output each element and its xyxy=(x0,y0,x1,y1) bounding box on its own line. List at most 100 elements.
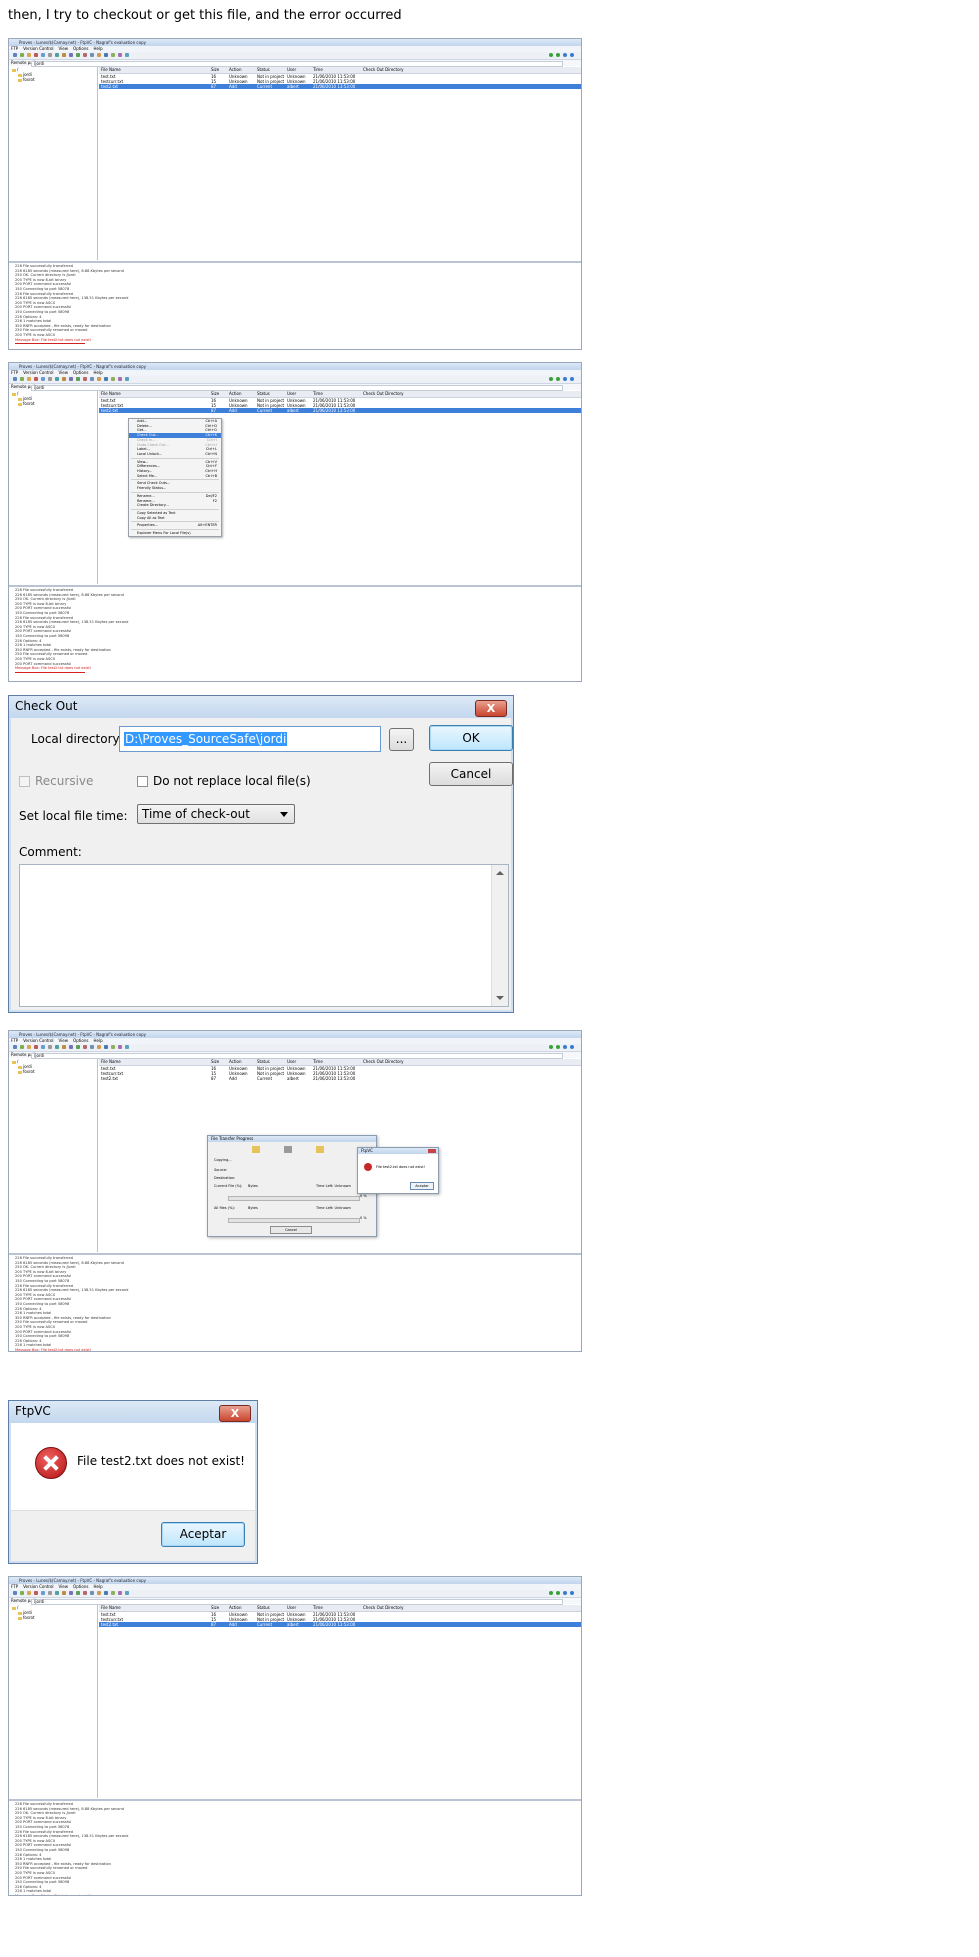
tree-item[interactable]: fosrot xyxy=(9,401,97,406)
menu-item[interactable]: View xyxy=(59,1584,69,1589)
menu-item[interactable]: Help xyxy=(93,1584,102,1589)
toolbar-button-icon[interactable] xyxy=(83,1591,87,1595)
column-header[interactable]: Size xyxy=(211,1605,227,1611)
toolbar-button-icon[interactable] xyxy=(69,377,73,381)
toolbar-button-icon[interactable] xyxy=(97,377,101,381)
table-row[interactable]: test2.txt 87 Add Current albert 21/06/2010 13… xyxy=(99,1076,581,1081)
toolbar-button-icon[interactable] xyxy=(97,1045,101,1049)
refresh-icon[interactable] xyxy=(570,1045,574,1049)
toolbar-button-icon[interactable] xyxy=(27,1591,31,1595)
toolbar-button-icon[interactable] xyxy=(41,1591,45,1595)
column-header[interactable]: File Name xyxy=(101,67,201,73)
scroll-down-icon[interactable] xyxy=(496,996,504,1000)
toolbar-button-icon[interactable] xyxy=(62,377,66,381)
refresh-icon[interactable] xyxy=(563,377,567,381)
toolbar-button-icon[interactable] xyxy=(125,1045,129,1049)
context-menu-item[interactable]: Local Unlock... Ctrl+N xyxy=(129,452,221,457)
toolbar-button-icon[interactable] xyxy=(83,53,87,57)
toolbar-button-icon[interactable] xyxy=(27,377,31,381)
column-header[interactable]: Status xyxy=(257,67,285,73)
toolbar-button-icon[interactable] xyxy=(83,1045,87,1049)
toolbar-button-icon[interactable] xyxy=(27,53,31,57)
toolbar-button-icon[interactable] xyxy=(34,377,38,381)
table-row[interactable]: test2.txt 87 Add Current albert 21/06/2010 13… xyxy=(99,84,581,89)
menu-item[interactable]: Options xyxy=(73,370,88,375)
context-menu-item[interactable]: Select Me... Ctrl+B xyxy=(129,474,221,479)
toolbar-button-icon[interactable] xyxy=(76,1045,80,1049)
toolbar-button-icon[interactable] xyxy=(13,53,17,57)
column-header[interactable]: Action xyxy=(229,391,255,397)
scroll-up-icon[interactable] xyxy=(496,871,504,875)
toolbar-button-icon[interactable] xyxy=(90,1591,94,1595)
refresh-icon[interactable] xyxy=(556,53,560,57)
menu-item[interactable]: FTP xyxy=(11,370,18,375)
menu-item[interactable]: Version Control xyxy=(23,46,53,51)
refresh-icon[interactable] xyxy=(549,1045,553,1049)
toolbar-button-icon[interactable] xyxy=(111,53,115,57)
toolbar-button-icon[interactable] xyxy=(62,1045,66,1049)
toolbar-button-icon[interactable] xyxy=(104,1045,108,1049)
column-header[interactable]: Action xyxy=(229,1059,255,1065)
close-icon[interactable] xyxy=(428,1149,436,1153)
tree-item[interactable]: fosrot xyxy=(9,77,97,82)
toolbar-button-icon[interactable] xyxy=(41,1045,45,1049)
toolbar-button-icon[interactable] xyxy=(62,1591,66,1595)
progress-cancel-button[interactable]: Cancel xyxy=(270,1226,312,1234)
menu-item[interactable]: Help xyxy=(93,46,102,51)
refresh-icon[interactable] xyxy=(563,1591,567,1595)
close-button[interactable]: X xyxy=(475,700,507,717)
toolbar-button-icon[interactable] xyxy=(55,53,59,57)
mini-aceptar-button[interactable]: Aceptar xyxy=(410,1182,434,1190)
toolbar-button-icon[interactable] xyxy=(41,377,45,381)
toolbar-button-icon[interactable] xyxy=(55,1591,59,1595)
toolbar-button-icon[interactable] xyxy=(55,1045,59,1049)
column-header[interactable]: Time xyxy=(313,391,361,397)
toolbar-button-icon[interactable] xyxy=(13,1045,17,1049)
refresh-icon[interactable] xyxy=(563,53,567,57)
menu-item[interactable]: Version Control xyxy=(23,1584,53,1589)
local-file-time-select[interactable]: Time of check-out xyxy=(137,804,295,824)
column-header[interactable]: Size xyxy=(211,1059,227,1065)
column-header[interactable]: File Name xyxy=(101,1605,201,1611)
toolbar-button-icon[interactable] xyxy=(90,377,94,381)
refresh-icon[interactable] xyxy=(556,1591,560,1595)
toolbar-button-icon[interactable] xyxy=(48,53,52,57)
refresh-icon[interactable] xyxy=(556,377,560,381)
toolbar-button-icon[interactable] xyxy=(55,377,59,381)
toolbar-button-icon[interactable] xyxy=(111,1591,115,1595)
column-header[interactable]: Time xyxy=(313,1605,361,1611)
toolbar-button-icon[interactable] xyxy=(20,1045,24,1049)
toolbar-button-icon[interactable] xyxy=(90,53,94,57)
toolbar-button-icon[interactable] xyxy=(48,1591,52,1595)
ok-button[interactable]: OK xyxy=(429,725,513,751)
table-row[interactable]: test2.txt 87 Add Current albert 21/06/2010 13… xyxy=(99,1622,581,1627)
menu-item[interactable]: Options xyxy=(73,1584,88,1589)
comment-textarea[interactable] xyxy=(19,864,509,1007)
toolbar-button-icon[interactable] xyxy=(13,1591,17,1595)
context-menu-item[interactable]: Properties... Alt+ENTER xyxy=(129,523,221,528)
toolbar-button-icon[interactable] xyxy=(104,53,108,57)
toolbar-button-icon[interactable] xyxy=(69,53,73,57)
refresh-icon[interactable] xyxy=(570,53,574,57)
menu-item[interactable]: FTP xyxy=(11,1038,18,1043)
column-header[interactable]: File Name xyxy=(101,1059,201,1065)
toolbar-button-icon[interactable] xyxy=(125,377,129,381)
column-header[interactable]: Status xyxy=(257,1605,285,1611)
tree-item[interactable]: fosrot xyxy=(9,1069,97,1074)
toolbar-button-icon[interactable] xyxy=(20,1591,24,1595)
aceptar-button[interactable]: Aceptar xyxy=(161,1522,245,1547)
column-header[interactable]: Time xyxy=(313,1059,361,1065)
toolbar-button-icon[interactable] xyxy=(76,1591,80,1595)
toolbar-button-icon[interactable] xyxy=(27,1045,31,1049)
toolbar-button-icon[interactable] xyxy=(118,377,122,381)
refresh-icon[interactable] xyxy=(570,1591,574,1595)
toolbar-button-icon[interactable] xyxy=(83,377,87,381)
context-menu-item[interactable]: Explorer Menu For Local File(s) xyxy=(129,531,221,536)
column-header[interactable]: Status xyxy=(257,391,285,397)
toolbar-button-icon[interactable] xyxy=(13,377,17,381)
context-menu-item[interactable]: Friendly Status... xyxy=(129,486,221,491)
toolbar-button-icon[interactable] xyxy=(90,1045,94,1049)
toolbar-button-icon[interactable] xyxy=(104,377,108,381)
column-header[interactable]: Check Out Directory xyxy=(363,67,483,73)
column-header[interactable]: User xyxy=(287,1605,311,1611)
